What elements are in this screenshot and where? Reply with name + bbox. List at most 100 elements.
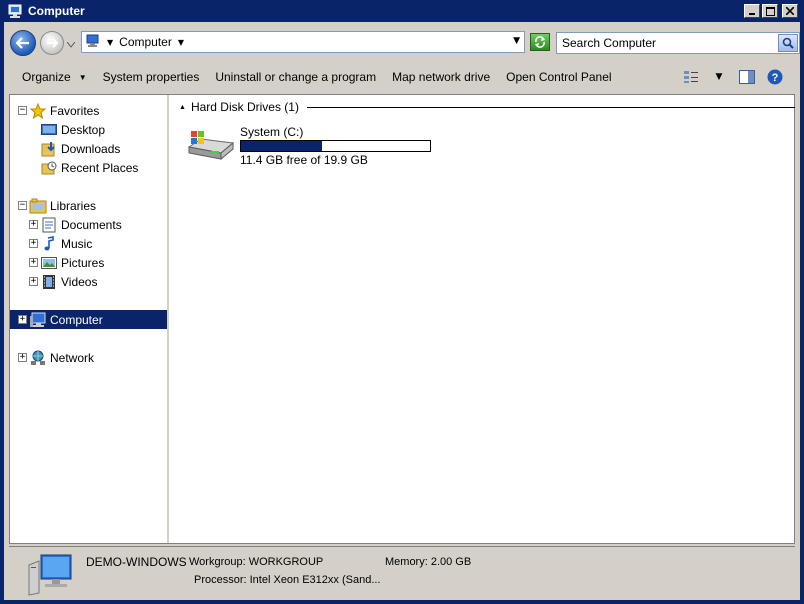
preview-pane-button[interactable] [736, 67, 758, 87]
tree-item-label: Videos [61, 274, 98, 289]
back-button[interactable] [10, 30, 36, 56]
open-control-panel-button[interactable]: Open Control Panel [498, 66, 619, 88]
drive-name: System (C:) [240, 125, 304, 139]
expand-toggle[interactable]: + [29, 220, 38, 229]
music-icon [40, 235, 58, 252]
tree-item-label: Music [61, 236, 93, 251]
expand-toggle[interactable]: + [18, 353, 27, 362]
expand-toggle[interactable]: + [29, 239, 38, 248]
tree-item-pictures[interactable]: + Pictures [29, 253, 104, 272]
search-icon [782, 37, 794, 49]
network-icon [29, 350, 47, 366]
group-divider [306, 106, 795, 108]
search-button[interactable] [778, 34, 798, 52]
arrow-left-icon [16, 37, 29, 49]
arrow-right-icon [47, 38, 58, 48]
videos-icon [40, 274, 58, 290]
memory-info: Memory: 2.00 GB [385, 556, 472, 568]
tree-item-label: Desktop [61, 122, 106, 137]
tree-item-videos[interactable]: + Videos [29, 272, 97, 291]
drive-item-system-c[interactable]: System (C:) 11.4 GB free of 19.9 GB [187, 125, 447, 167]
change-view-button[interactable] [680, 67, 702, 87]
chevron-down-icon: ▼ [715, 72, 723, 82]
explorer-window: Computer ▼ Computer ▼ ▼ Search Computer … [0, 0, 804, 604]
expand-toggle[interactable]: + [29, 277, 38, 286]
help-icon: ? [767, 69, 783, 85]
navigation-bar: ▼ Computer ▼ ▼ [4, 22, 800, 62]
expand-toggle[interactable]: + [18, 315, 27, 324]
close-button[interactable] [782, 4, 798, 18]
documents-icon [40, 217, 58, 233]
map-network-drive-button[interactable]: Map network drive [384, 66, 498, 88]
tree-item-documents[interactable]: + Documents [29, 215, 122, 234]
star-icon [29, 102, 47, 119]
tree-item-label: Libraries [50, 198, 97, 213]
libraries-icon [29, 198, 47, 214]
recent-places-icon [40, 160, 58, 176]
tree-item-label: Computer [50, 312, 103, 327]
view-dropdown-button[interactable]: ▼ [708, 67, 730, 87]
system-properties-button[interactable]: System properties [95, 66, 208, 88]
drive-usage-bar [240, 140, 431, 152]
forward-button[interactable] [40, 31, 64, 55]
details-pane: DEMO-WINDOWS Workgroup: WORKGROUP Memory… [9, 546, 795, 598]
expand-toggle[interactable]: + [29, 258, 38, 267]
title-bar[interactable]: Computer [4, 0, 800, 22]
tree-item-music[interactable]: + Music [29, 234, 92, 253]
tree-item-label: Network [50, 350, 95, 365]
tree-item-computer[interactable]: + Computer [10, 310, 167, 329]
collapse-toggle[interactable]: − [18, 106, 27, 115]
minimize-button[interactable] [744, 4, 760, 18]
address-bar[interactable]: ▼ Computer ▼ ▼ [81, 31, 525, 53]
hard-drive-icon [187, 129, 235, 164]
tree-item-label: Recent Places [61, 160, 139, 175]
navigation-pane: − Favorites Desktop Downloads Recent Pla… [10, 95, 169, 543]
computer-icon [27, 553, 73, 600]
address-history-dropdown[interactable]: ▼ [513, 36, 520, 46]
group-header-hard-disk-drives[interactable]: ▲ Hard Disk Drives (1) [179, 100, 795, 114]
organize-label: Organize [22, 70, 71, 84]
drive-usage-fill [241, 141, 323, 151]
group-label: Hard Disk Drives (1) [190, 100, 299, 114]
pictures-icon [40, 255, 58, 271]
tree-item-network[interactable]: + Network [18, 348, 94, 367]
chevron-down-icon: ▼ [78, 72, 87, 82]
recent-pages-button[interactable] [66, 38, 76, 51]
collapse-toggle[interactable]: − [18, 201, 27, 210]
main-area: − Favorites Desktop Downloads Recent Pla… [9, 94, 795, 544]
maximize-button[interactable] [762, 4, 778, 18]
svg-text:?: ? [772, 72, 779, 84]
preview-pane-icon [739, 70, 755, 84]
collapse-group-icon[interactable]: ▲ [179, 104, 186, 111]
organize-button[interactable]: Organize ▼ [14, 66, 95, 88]
tree-item-libraries[interactable]: − Libraries [18, 196, 96, 215]
refresh-button[interactable] [530, 33, 550, 51]
computer-icon [29, 312, 47, 328]
help-button[interactable]: ? [764, 67, 786, 87]
tree-item-label: Documents [61, 217, 122, 232]
workgroup-info: Workgroup: WORKGROUP [189, 556, 324, 568]
processor-info: Processor: Intel Xeon E312xx (Sand... [194, 574, 381, 586]
search-input[interactable] [562, 34, 778, 52]
refresh-icon [535, 36, 545, 48]
uninstall-program-button[interactable]: Uninstall or change a program [207, 66, 384, 88]
tree-item-desktop[interactable]: Desktop [40, 120, 105, 139]
breadcrumb-dropdown-icon[interactable]: ▼ [178, 38, 184, 47]
computer-name: DEMO-WINDOWS [86, 555, 187, 569]
tree-item-label: Pictures [61, 255, 105, 270]
minimize-icon [749, 13, 755, 15]
chevron-down-icon [66, 41, 76, 48]
maximize-icon [765, 6, 775, 16]
tree-item-label: Downloads [61, 141, 121, 156]
content-pane: ▲ Hard Disk Drives (1) System (C:) 11.4 … [171, 95, 795, 543]
computer-icon [85, 34, 101, 51]
tree-item-favorites[interactable]: − Favorites [18, 101, 99, 120]
address-separator-icon[interactable]: ▼ [107, 38, 113, 47]
tree-item-recent-places[interactable]: Recent Places [40, 158, 138, 177]
drive-free-space: 11.4 GB free of 19.9 GB [240, 153, 368, 167]
command-bar: Organize ▼ System properties Uninstall o… [4, 62, 800, 92]
address-location[interactable]: Computer [119, 35, 172, 49]
tree-item-downloads[interactable]: Downloads [40, 139, 120, 158]
downloads-icon [40, 141, 58, 157]
computer-icon [8, 4, 24, 18]
